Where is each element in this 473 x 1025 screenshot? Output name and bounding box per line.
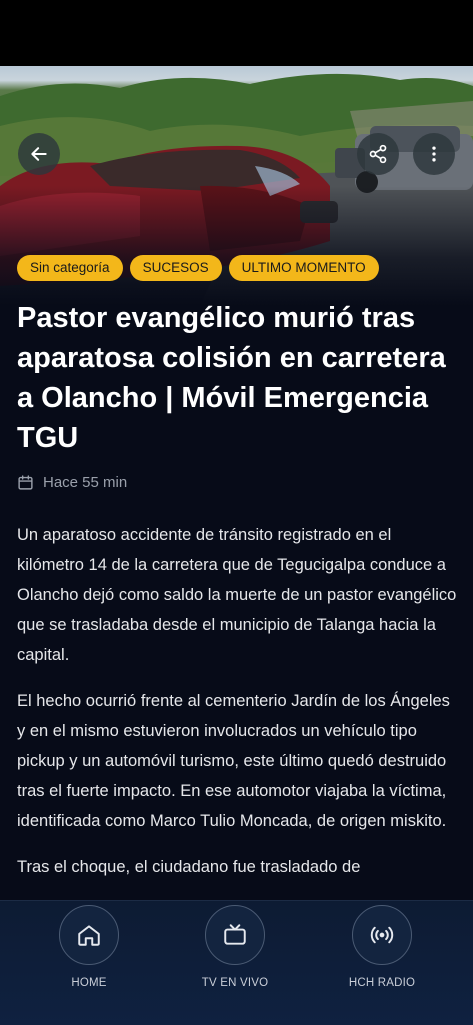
- share-icon: [369, 144, 387, 164]
- publish-time: Hace 55 min: [43, 474, 128, 491]
- radio-broadcast-icon: [370, 926, 394, 944]
- tag-ultimo-momento[interactable]: ULTIMO MOMENTO: [228, 255, 379, 281]
- share-button[interactable]: [357, 133, 399, 175]
- tv-icon: [224, 924, 246, 945]
- nav-tv-label: TV EN VIVO: [201, 977, 269, 989]
- tag-sucesos[interactable]: SUCESOS: [129, 255, 222, 281]
- article-title: Pastor evangélico murió tras aparatosa c…: [17, 302, 446, 454]
- article-paragraph: Un aparatoso accidente de tránsito regis…: [17, 526, 457, 664]
- article-meta: Hace 55 min: [17, 474, 127, 491]
- back-button[interactable]: [18, 133, 60, 175]
- nav-home[interactable]: HOME: [34, 905, 144, 989]
- article-paragraph: El hecho ocurrió frente al cementerio Ja…: [17, 692, 450, 830]
- nav-home-circle[interactable]: [59, 905, 119, 965]
- nav-radio-label: HCH RADIO: [348, 977, 416, 989]
- article-body: Un aparatoso accidente de tránsito regis…: [17, 520, 457, 898]
- category-tags: Sin categoría SUCESOS ULTIMO MOMENTO: [17, 255, 379, 281]
- calendar-icon: [18, 475, 33, 490]
- article-paragraph: Tras el choque, el ciudadano fue traslad…: [17, 858, 361, 876]
- more-options-button[interactable]: [413, 133, 455, 175]
- bottom-navigation: HOME TV EN VIVO HCH RADIO: [0, 900, 473, 1025]
- arrow-left-icon: [31, 147, 47, 161]
- nav-tv-circle[interactable]: [205, 905, 265, 965]
- nav-radio-circle[interactable]: [352, 905, 412, 965]
- tag-sin-categoria[interactable]: Sin categoría: [17, 255, 123, 281]
- nav-tv[interactable]: TV EN VIVO: [180, 905, 290, 989]
- status-bar: [0, 0, 473, 66]
- nav-home-label: HOME: [71, 977, 107, 989]
- nav-radio[interactable]: HCH RADIO: [327, 905, 437, 989]
- more-vertical-icon: [432, 146, 436, 162]
- home-icon: [78, 925, 100, 946]
